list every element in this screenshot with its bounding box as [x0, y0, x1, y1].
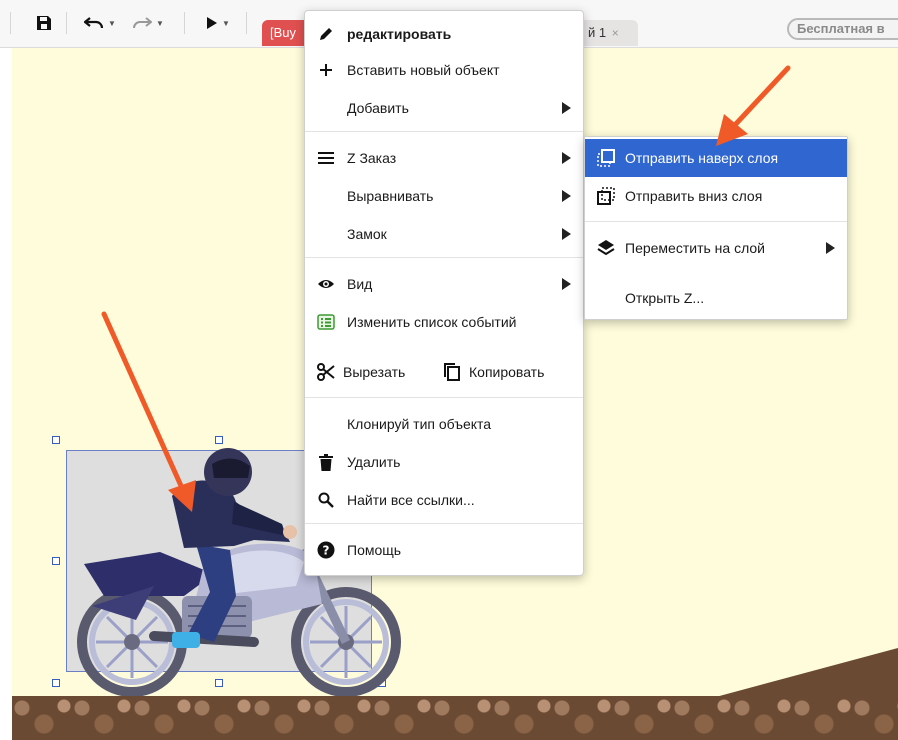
menu-item-label: Вырезать	[343, 364, 406, 380]
menu-item-edit-event-sheet[interactable]: Изменить список событий	[305, 307, 583, 337]
ground-tiles	[12, 696, 898, 740]
menu-divider	[305, 131, 583, 132]
tab-event-sheet[interactable]: й 1 ×	[580, 20, 638, 46]
chevron-down-icon[interactable]: ▼	[156, 19, 164, 28]
submenu-item-label: Отправить вниз слоя	[625, 188, 763, 204]
resize-handle[interactable]	[52, 679, 60, 687]
menu-item-copy[interactable]: Копировать	[439, 357, 583, 387]
menu-item-insert-object[interactable]: Вставить новый объект	[305, 55, 583, 85]
submenu-arrow-icon	[562, 102, 571, 114]
menu-item-label: Вид	[347, 276, 373, 292]
search-icon	[317, 491, 335, 509]
menu-item-label: Z Заказ	[347, 150, 397, 166]
submenu-item-send-to-bottom[interactable]: Отправить вниз слоя	[585, 177, 847, 215]
copy-icon	[443, 363, 461, 381]
badge-label: Бесплатная в	[797, 21, 885, 36]
eye-icon	[317, 275, 335, 293]
submenu-arrow-icon	[562, 228, 571, 240]
free-edition-badge[interactable]: Бесплатная в	[787, 18, 898, 40]
menu-divider	[305, 523, 583, 524]
resize-handle[interactable]	[52, 557, 60, 565]
menu-item-align[interactable]: Выравнивать	[305, 181, 583, 211]
menu-item-label: Клонируй тип объекта	[347, 416, 492, 432]
menu-item-find-references[interactable]: Найти все ссылки...	[305, 485, 583, 515]
layers-icon	[597, 239, 615, 257]
menu-divider	[585, 221, 847, 222]
scissors-icon	[317, 363, 335, 381]
menu-divider	[305, 257, 583, 258]
svg-text:?: ?	[323, 544, 330, 558]
context-menu: редактировать Вставить новый объект Доба…	[304, 10, 584, 576]
toolbar-divider	[10, 12, 11, 34]
chevron-down-icon[interactable]: ▼	[222, 19, 230, 28]
toolbar-divider	[246, 12, 247, 34]
menu-item-label: Замок	[347, 226, 387, 242]
submenu-item-label: Переместить на слой	[625, 240, 765, 256]
redo-icon	[133, 17, 152, 29]
menu-item-z-order[interactable]: Z Заказ	[305, 143, 583, 173]
menu-item-cut[interactable]: Вырезать	[305, 357, 435, 387]
menu-item-lock[interactable]: Замок	[305, 219, 583, 249]
menu-item-label: Изменить список событий	[347, 314, 517, 330]
redo-button[interactable]: ▼	[132, 12, 164, 34]
tab-label: [Buy	[270, 25, 297, 40]
play-icon	[207, 17, 217, 29]
toolbar-divider	[184, 12, 185, 34]
menu-item-label: Вставить новый объект	[347, 62, 500, 78]
z-order-submenu: Отправить наверх слоя Отправить вниз сло…	[584, 136, 848, 320]
chevron-down-icon[interactable]: ▼	[108, 19, 116, 28]
tab-label: й 1	[588, 25, 607, 40]
menu-item-clone-object-type[interactable]: Клонируй тип объекта	[305, 409, 583, 439]
menu-item-label: Удалить	[347, 454, 401, 470]
save-button[interactable]	[36, 12, 52, 34]
menu-item-delete[interactable]: Удалить	[305, 447, 583, 477]
menu-item-view[interactable]: Вид	[305, 269, 583, 299]
menu-divider	[305, 397, 583, 398]
close-icon[interactable]: ×	[612, 26, 619, 40]
save-icon	[37, 16, 51, 30]
menu-item-label: Помощь	[347, 542, 402, 558]
pencil-icon	[317, 25, 335, 43]
submenu-arrow-icon	[562, 278, 571, 290]
help-icon: ?	[317, 541, 335, 559]
submenu-item-label: Открыть Z...	[625, 290, 705, 306]
menu-item-label: Выравнивать	[347, 188, 434, 204]
submenu-arrow-icon	[562, 152, 571, 164]
submenu-item-open-z[interactable]: Открыть Z...	[585, 279, 847, 317]
submenu-item-move-to-layer[interactable]: Переместить на слой	[585, 229, 847, 267]
menu-item-label: Добавить	[347, 100, 409, 116]
trash-icon	[317, 453, 335, 471]
submenu-item-label: Отправить наверх слоя	[625, 150, 779, 166]
event-sheet-icon	[317, 313, 335, 331]
resize-handle[interactable]	[52, 436, 60, 444]
bring-to-top-icon	[597, 149, 615, 167]
undo-icon	[84, 17, 104, 29]
submenu-arrow-icon	[826, 242, 835, 254]
send-to-bottom-icon	[597, 187, 615, 205]
menu-item-label: Копировать	[469, 364, 545, 380]
menu-item-help[interactable]: ? Помощь	[305, 535, 583, 565]
undo-button[interactable]: ▼	[84, 12, 116, 34]
submenu-item-bring-to-top[interactable]: Отправить наверх слоя	[585, 139, 847, 177]
menu-item-edit[interactable]: редактировать	[305, 19, 583, 49]
toolbar-divider	[66, 12, 67, 34]
menu-item-label: редактировать	[347, 26, 452, 42]
play-button[interactable]: ▼	[206, 12, 230, 34]
list-icon	[317, 149, 335, 167]
menu-item-label: Найти все ссылки...	[347, 492, 475, 508]
menu-item-add[interactable]: Добавить	[305, 93, 583, 123]
resize-handle[interactable]	[215, 436, 223, 444]
submenu-arrow-icon	[562, 190, 571, 202]
plus-icon	[317, 61, 335, 79]
